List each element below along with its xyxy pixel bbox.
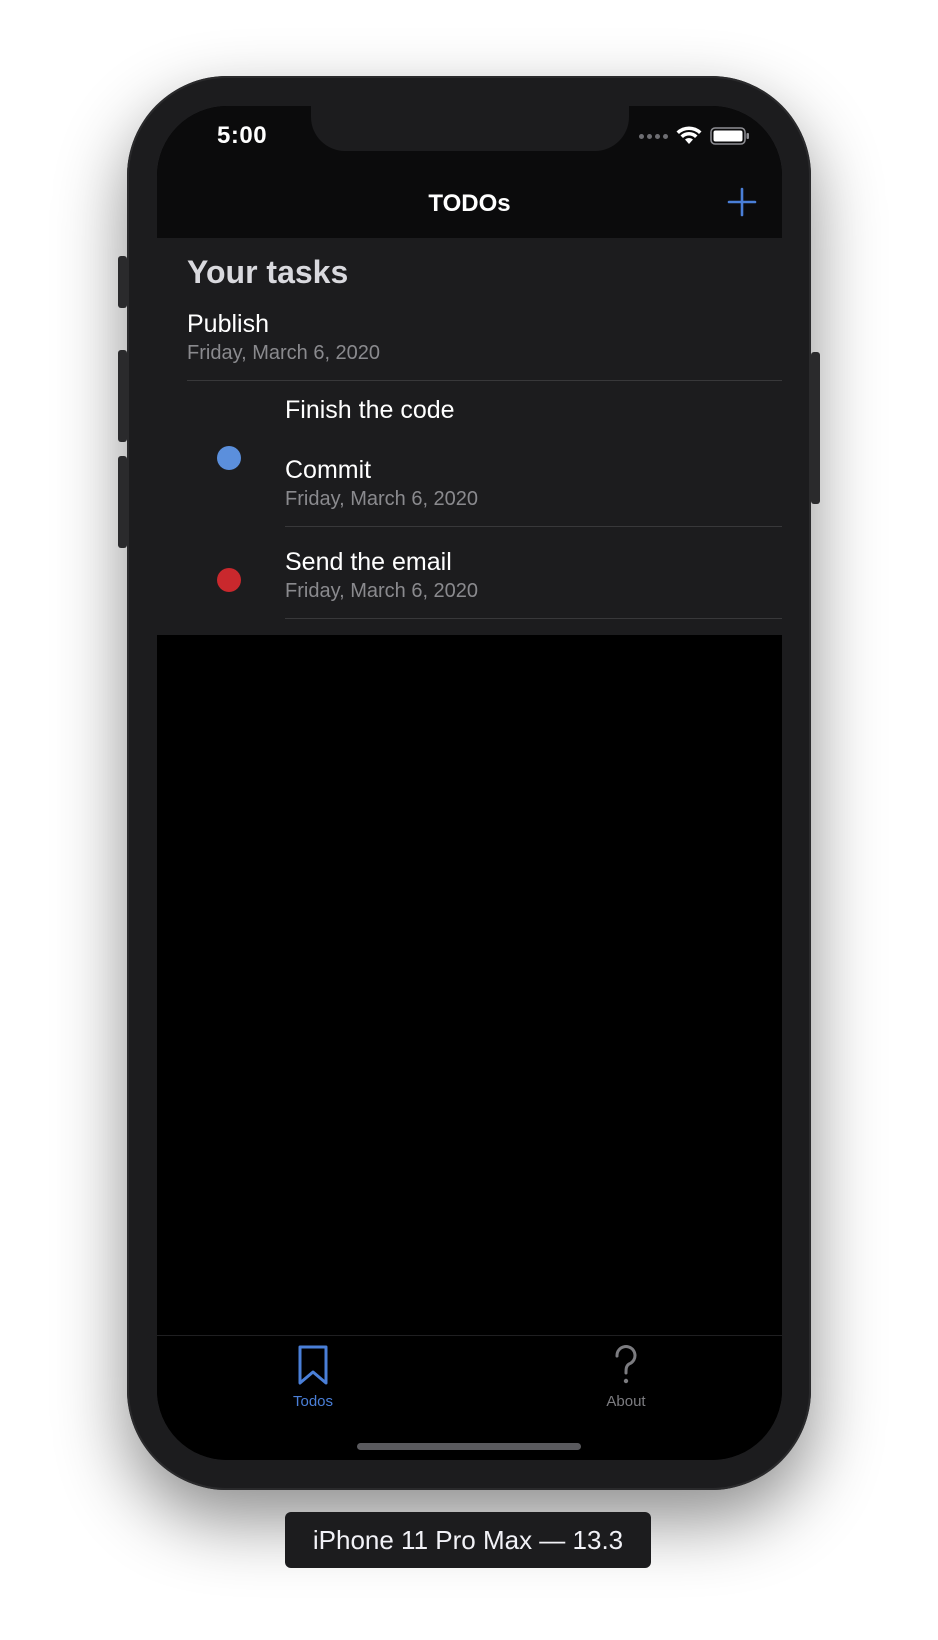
tab-label: About [606, 1393, 646, 1410]
task-subtitle: Commit [285, 456, 372, 484]
task-date: Friday, March 6, 2020 [285, 580, 479, 602]
battery-icon [710, 127, 749, 145]
device-label: iPhone 11 Pro Max — 13.3 [285, 1512, 651, 1568]
power-button [811, 352, 820, 504]
notch [311, 106, 629, 151]
volume-up-button [118, 350, 127, 442]
home-indicator[interactable] [357, 1443, 581, 1450]
status-icons [639, 126, 750, 146]
red-priority-dot [217, 568, 241, 592]
task-title: Finish the code [285, 396, 455, 424]
plus-icon[interactable] [726, 186, 758, 218]
task-date: Friday, March 6, 2020 [285, 488, 479, 510]
page-title: TODOs [428, 190, 511, 217]
task-list-section: Your tasks Publish Friday, March 6, 2020… [157, 238, 782, 635]
simulator-stage: 5:00 TODOs Your tasks Publish Friday, Ma… [0, 0, 938, 1640]
phone-screen: 5:00 TODOs Your tasks Publish Friday, Ma… [157, 106, 782, 1460]
tab-bar: Todos About [157, 1335, 782, 1460]
bookmark-icon [298, 1345, 328, 1385]
tab-todos[interactable]: Todos [243, 1344, 383, 1410]
task-title: Send the email [285, 548, 452, 576]
wifi-icon [676, 126, 702, 144]
status-time: 5:00 [217, 122, 268, 149]
task-date: Friday, March 6, 2020 [187, 342, 381, 364]
volume-down-button [118, 456, 127, 548]
section-header: Your tasks [187, 254, 349, 290]
blue-priority-dot [217, 446, 241, 470]
navigation-bar: 5:00 TODOs [157, 106, 782, 238]
tab-label: Todos [292, 1393, 334, 1410]
row-separator [285, 618, 782, 619]
task-row-send-email[interactable] [157, 527, 782, 619]
cellular-signal-icon [639, 133, 668, 139]
mute-switch [118, 256, 127, 308]
tab-about[interactable]: About [556, 1344, 696, 1410]
task-title: Publish [187, 310, 269, 338]
question-mark-icon [615, 1345, 637, 1384]
